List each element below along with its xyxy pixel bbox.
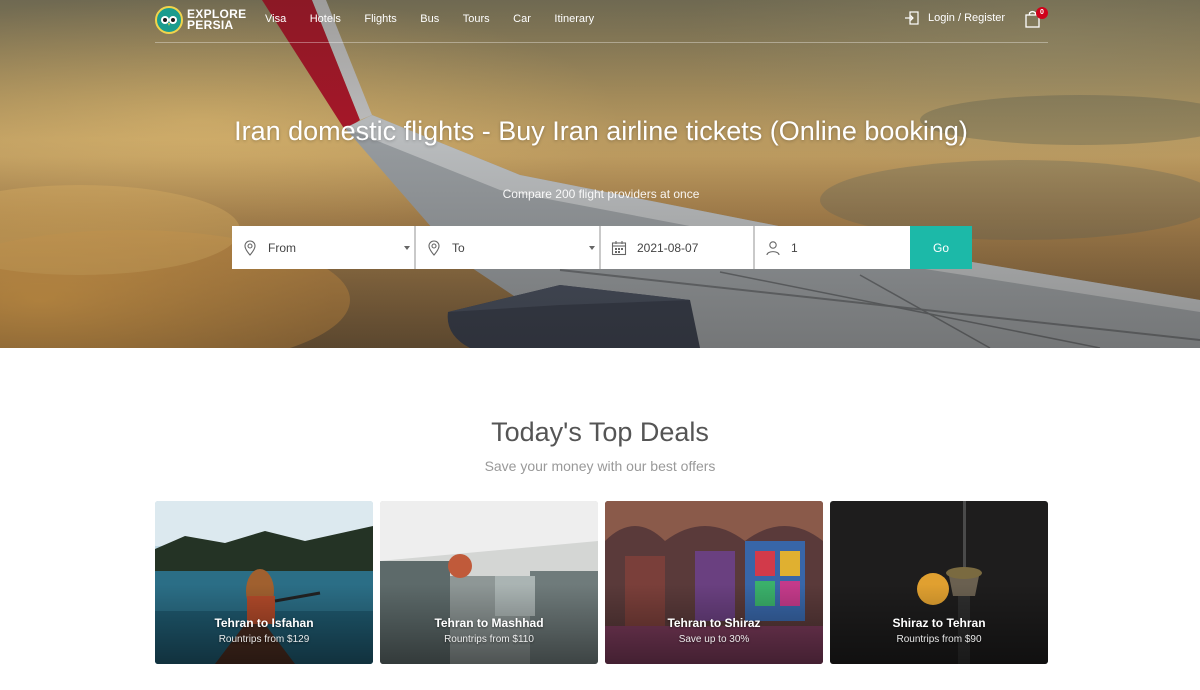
login-register-label: Login / Register: [928, 12, 1006, 24]
departure-date-value: 2021-08-07: [637, 240, 699, 255]
location-pin-icon: [428, 239, 440, 256]
deal-subtitle: Save up to 30%: [678, 634, 750, 645]
top-navbar: EXPLORE PERSIA Visa Hotels Flights Bus T…: [155, 0, 1048, 43]
departure-date-field[interactable]: 2021-08-07: [601, 226, 755, 269]
brand-name: EXPLORE PERSIA: [187, 8, 246, 32]
passengers-value: 1: [791, 240, 798, 255]
owl-logo-icon: [155, 6, 183, 34]
brand-name-line2: PERSIA: [187, 18, 234, 32]
user-icon: [766, 240, 780, 255]
location-pin-icon: [244, 239, 256, 256]
deals-subheading: Save your money with our best offers: [484, 458, 716, 474]
calendar-icon: [611, 240, 627, 255]
chevron-down-icon: [589, 246, 595, 250]
deal-title: Tehran to Isfahan: [214, 616, 314, 630]
login-register-link[interactable]: Login / Register: [905, 11, 1005, 25]
nav-item-hotels[interactable]: Hotels: [310, 13, 341, 25]
deal-card-tehran-isfahan[interactable]: Tehran to Isfahan Rountrips from $129: [155, 501, 373, 664]
brand-logo[interactable]: EXPLORE PERSIA: [155, 6, 246, 34]
deal-card-tehran-mashhad[interactable]: Tehran to Mashhad Rountrips from $110: [380, 501, 598, 664]
login-icon: [905, 11, 919, 25]
hero-overlay: [0, 0, 1200, 348]
page-subtitle: Compare 200 flight providers at once: [502, 187, 700, 201]
to-select[interactable]: To: [416, 226, 601, 269]
nav-item-visa[interactable]: Visa: [265, 13, 286, 25]
to-label: To: [452, 240, 465, 255]
cart-count-badge: 0: [1036, 7, 1048, 19]
deal-card-tehran-shiraz[interactable]: Tehran to Shiraz Save up to 30%: [605, 501, 823, 664]
deal-title: Tehran to Mashhad: [434, 616, 544, 630]
passengers-field[interactable]: 1: [755, 226, 910, 269]
deal-title: Shiraz to Tehran: [892, 616, 986, 630]
nav-item-itinerary[interactable]: Itinerary: [554, 13, 594, 25]
deal-card-shiraz-tehran[interactable]: Shiraz to Tehran Rountrips from $90: [830, 501, 1048, 664]
search-go-button[interactable]: Go: [910, 226, 972, 269]
page-title: Iran domestic flights - Buy Iran airline…: [234, 116, 968, 146]
nav-menu: Visa Hotels Flights Bus Tours Car Itiner…: [265, 13, 618, 25]
hero-banner: EXPLORE PERSIA Visa Hotels Flights Bus T…: [0, 0, 1200, 348]
from-label: From: [268, 240, 296, 255]
deals-cards: Tehran to Isfahan Rountrips from $129 Te…: [155, 501, 1048, 664]
nav-item-bus[interactable]: Bus: [420, 13, 439, 25]
flight-search-form: From To 2021-08-07 1 Go: [232, 226, 972, 269]
nav-item-flights[interactable]: Flights: [364, 13, 396, 25]
nav-item-tours[interactable]: Tours: [463, 13, 490, 25]
deal-title: Tehran to Shiraz: [667, 616, 761, 630]
chevron-down-icon: [404, 246, 410, 250]
deal-subtitle: Rountrips from $90: [896, 634, 982, 645]
deals-heading: Today's Top Deals: [491, 417, 709, 447]
deal-subtitle: Rountrips from $129: [218, 634, 310, 645]
nav-item-car[interactable]: Car: [513, 13, 531, 25]
from-select[interactable]: From: [232, 226, 416, 269]
deal-subtitle: Rountrips from $110: [444, 634, 534, 645]
